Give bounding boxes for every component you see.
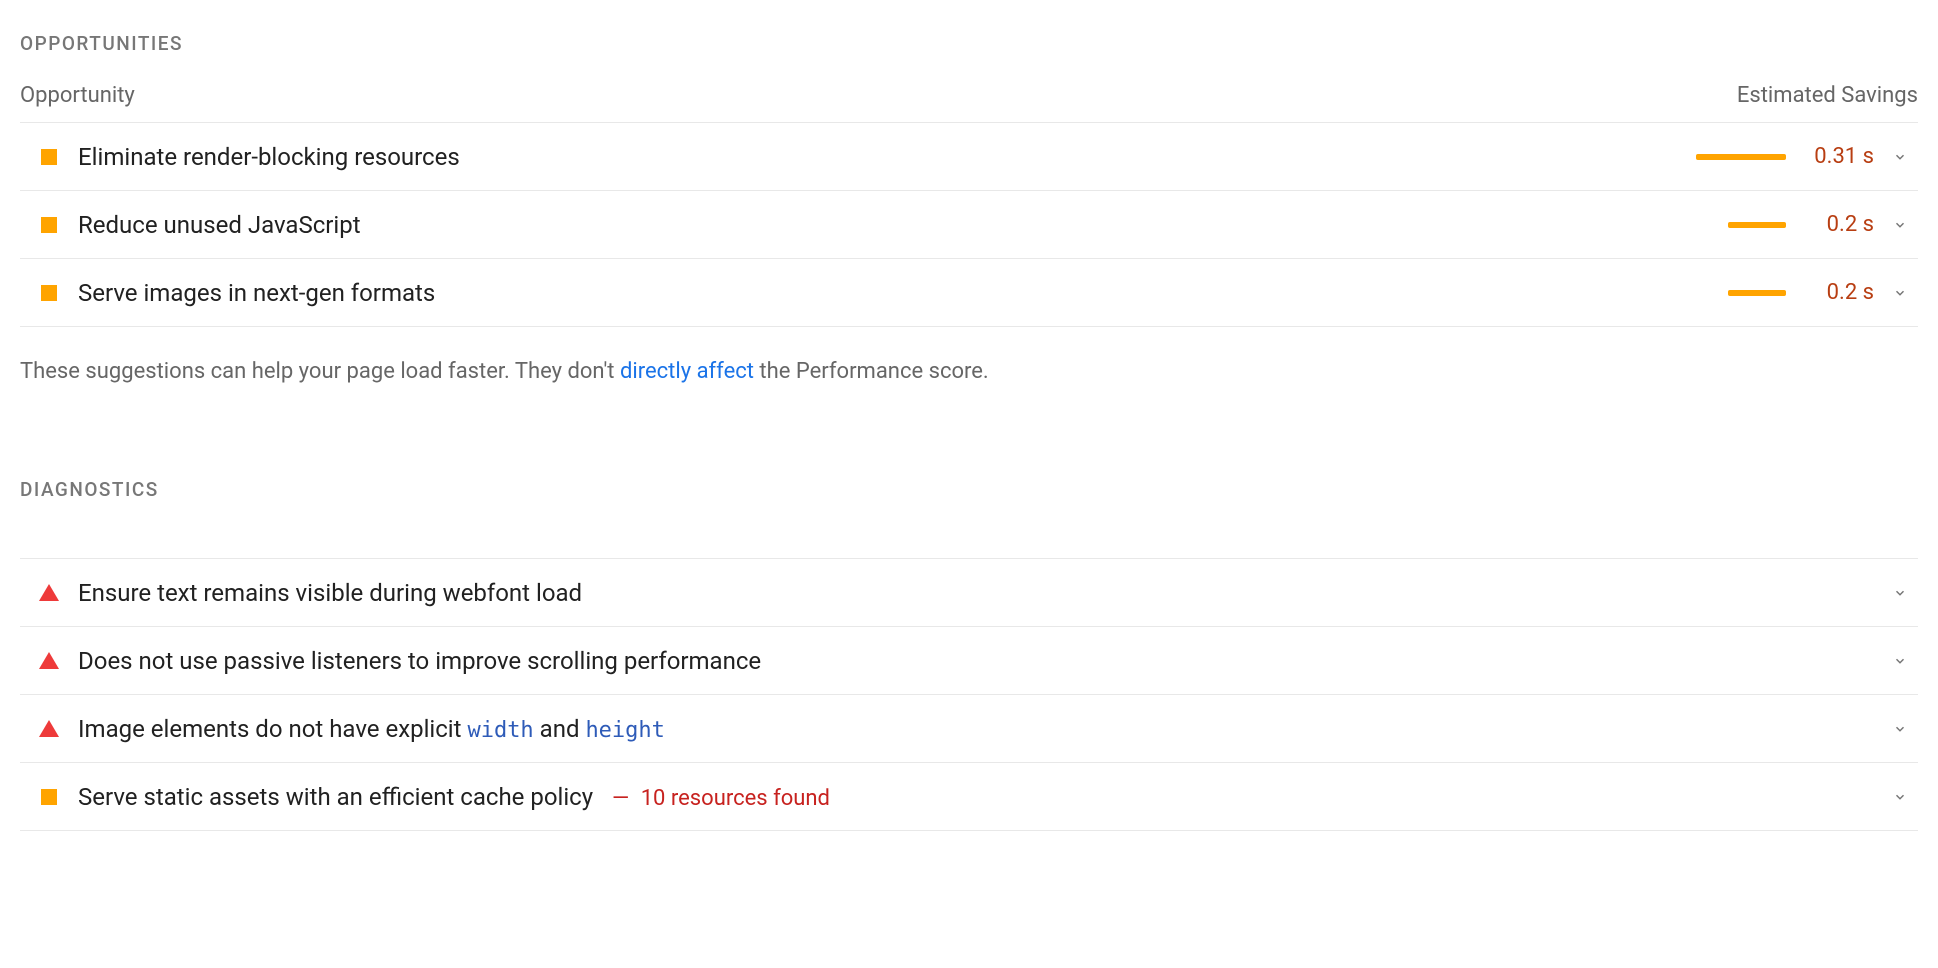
chevron-down-icon[interactable]: [1882, 218, 1918, 232]
chevron-down-icon[interactable]: [1882, 790, 1918, 804]
opportunity-row[interactable]: Serve images in next-gen formats 0.2 s: [20, 259, 1918, 327]
diagnostic-label-pre: Image elements do not have explicit: [78, 715, 467, 743]
opportunities-heading: OPPORTUNITIES: [20, 32, 1918, 55]
diagnostic-row[interactable]: Serve static assets with an efficient ca…: [20, 763, 1918, 831]
code-token: width: [467, 718, 533, 743]
severity-square-icon: [20, 217, 78, 233]
diagnostics-heading: DIAGNOSTICS: [20, 478, 1918, 501]
savings-value: 0.31 s: [1804, 144, 1874, 169]
opportunities-footnote: These suggestions can help your page loa…: [20, 355, 1918, 388]
opportunity-label: Serve images in next-gen formats: [78, 279, 1696, 307]
diagnostic-row[interactable]: Does not use passive listeners to improv…: [20, 627, 1918, 695]
diagnostic-title: Image elements do not have explicit widt…: [78, 715, 1882, 743]
savings-value: 0.2 s: [1804, 280, 1874, 305]
col-opportunity-label: Opportunity: [20, 83, 135, 108]
savings-bar: [1696, 222, 1786, 228]
diagnostic-label: Ensure text remains visible during webfo…: [78, 579, 582, 607]
diagnostic-label: Does not use passive listeners to improv…: [78, 647, 761, 675]
severity-square-icon: [20, 789, 78, 805]
footnote-link[interactable]: directly affect: [620, 359, 754, 384]
severity-triangle-icon: [20, 584, 78, 601]
diagnostics-header-divider: [20, 529, 1918, 559]
opportunity-row[interactable]: Reduce unused JavaScript 0.2 s: [20, 191, 1918, 259]
col-savings-label: Estimated Savings: [1737, 83, 1918, 108]
diagnostic-title: Does not use passive listeners to improv…: [78, 647, 1882, 675]
opportunity-row[interactable]: Eliminate render-blocking resources 0.31 …: [20, 123, 1918, 191]
chevron-down-icon[interactable]: [1882, 722, 1918, 736]
diagnostic-label: Serve static assets with an efficient ca…: [78, 783, 593, 811]
severity-triangle-icon: [20, 720, 78, 737]
severity-square-icon: [20, 285, 78, 301]
savings-cell: 0.2 s: [1696, 280, 1874, 305]
savings-cell: 0.31 s: [1696, 144, 1874, 169]
code-token: height: [585, 718, 664, 743]
opportunity-label: Eliminate render-blocking resources: [78, 143, 1696, 171]
suffix-dash: —: [612, 786, 629, 811]
diagnostic-title: Serve static assets with an efficient ca…: [78, 783, 1882, 811]
savings-cell: 0.2 s: [1696, 212, 1874, 237]
footnote-post: the Performance score.: [754, 359, 989, 384]
severity-triangle-icon: [20, 652, 78, 669]
opportunity-label: Reduce unused JavaScript: [78, 211, 1696, 239]
diagnostic-row[interactable]: Image elements do not have explicit widt…: [20, 695, 1918, 763]
savings-value: 0.2 s: [1804, 212, 1874, 237]
diagnostic-title: Ensure text remains visible during webfo…: [78, 579, 1882, 607]
severity-square-icon: [20, 149, 78, 165]
diagnostic-label-mid: and: [534, 715, 586, 743]
footnote-pre: These suggestions can help your page loa…: [20, 359, 620, 384]
savings-bar: [1696, 290, 1786, 296]
opportunities-column-headers: Opportunity Estimated Savings: [20, 83, 1918, 123]
chevron-down-icon[interactable]: [1882, 150, 1918, 164]
chevron-down-icon[interactable]: [1882, 654, 1918, 668]
savings-bar: [1696, 154, 1786, 160]
chevron-down-icon[interactable]: [1882, 586, 1918, 600]
diagnostic-row[interactable]: Ensure text remains visible during webfo…: [20, 559, 1918, 627]
chevron-down-icon[interactable]: [1882, 286, 1918, 300]
suffix-text: 10 resources found: [641, 786, 830, 811]
diagnostic-suffix: — 10 resources found: [601, 786, 830, 811]
